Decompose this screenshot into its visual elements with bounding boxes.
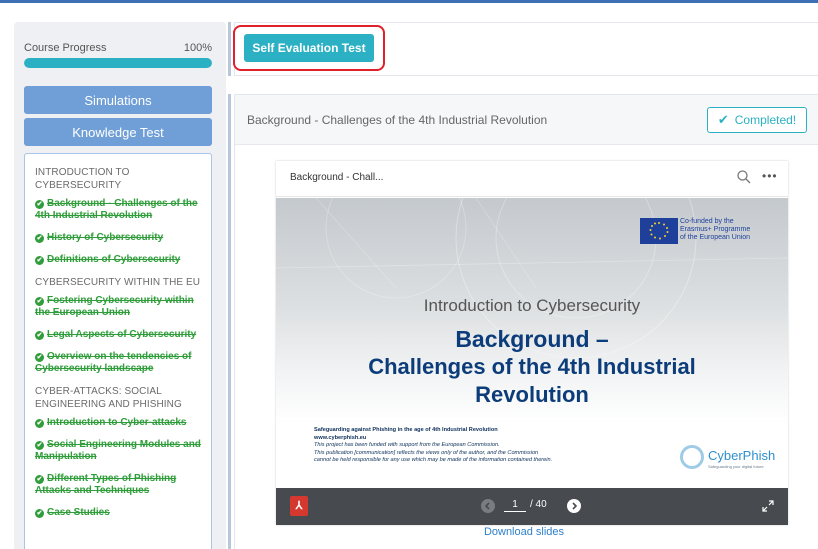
viewer-controls: ⅄ 1 / 40 [276, 488, 788, 525]
lesson-link[interactable]: ✔ Case Studies [35, 507, 201, 519]
cyberphish-logo-icon [680, 445, 704, 469]
cyberphish-tagline: Safeguarding your digital future [708, 464, 764, 469]
download-slides-link[interactable]: Download slides [0, 526, 818, 538]
lesson-link[interactable]: ✔ Overview on the tendencies of Cybersecu… [35, 351, 201, 375]
lesson-label: Overview on the tendencies of Cybersecur… [35, 351, 192, 374]
lesson-label: Introduction to Cyber-attacks [47, 417, 187, 428]
slide-footer-text: Safeguarding against Phishing in the age… [314, 427, 553, 464]
check-circle-icon: ✔ [35, 234, 44, 243]
lesson-label: Legal Aspects of Cybersecurity [47, 329, 197, 340]
previous-slide-icon[interactable] [481, 499, 495, 513]
lesson-label: Definitions of Cybersecurity [47, 254, 181, 265]
progress-bar [24, 58, 212, 68]
section-title: INTRODUCTION TO CYBERSECURITY [35, 167, 130, 191]
next-slide-icon[interactable] [567, 499, 581, 513]
check-circle-icon: ✔ [35, 509, 44, 518]
cyberphish-logo-name: CyberPhish [708, 448, 776, 463]
lesson-link[interactable]: ✔ History of Cybersecurity [35, 232, 201, 244]
lesson-link[interactable]: ✔ Definitions of Cybersecurity [35, 254, 201, 266]
lesson-link[interactable]: ✔ Introduction to Cyber-attacks [35, 417, 201, 429]
slide-image: Co-funded by the Erasmus+ Programme of t… [276, 198, 788, 488]
check-circle-icon: ✔ [35, 331, 44, 340]
course-sidebar: Course Progress 100% Simulations Knowled… [14, 22, 226, 549]
lesson-link[interactable]: ✔ Fostering Cybersecurity within the Euro… [35, 295, 201, 319]
check-circle-icon: ✔ [35, 475, 44, 484]
simulations-button[interactable]: Simulations [24, 86, 212, 114]
search-icon[interactable] [736, 169, 752, 185]
lesson-link[interactable]: ✔ Different Types of Phishing Attacks and… [35, 473, 201, 497]
lesson-label: History of Cybersecurity [47, 232, 164, 243]
check-circle-icon: ✔ [35, 353, 44, 362]
page-total: / 40 [530, 499, 547, 510]
lesson-label: Different Types of Phishing Attacks and … [35, 473, 177, 496]
slide-subtitle: Introduction to Cybersecurity [423, 296, 641, 315]
completed-button[interactable]: ✔ Completed! [707, 107, 807, 133]
check-circle-icon: ✔ [35, 297, 44, 306]
card-accent [228, 22, 231, 76]
lesson-link[interactable]: ✔ Legal Aspects of Cybersecurity [35, 329, 201, 341]
check-circle-icon: ✔ [35, 200, 44, 209]
self-evaluation-test-button[interactable]: Self Evaluation Test [244, 34, 374, 62]
completed-label: Completed! [734, 113, 797, 127]
content-header: Background - Challenges of the 4th Indus… [235, 95, 818, 145]
section-title: CYBERSECURITY WITHIN THE EU [35, 277, 201, 288]
lesson-label: Background - Challenges of the 4th Indus… [35, 198, 198, 221]
slide-title: Background – Challenges of the 4th Indus… [368, 326, 696, 407]
top-border [0, 0, 818, 3]
lesson-label: Fostering Cybersecurity within the Europ… [35, 295, 194, 318]
card-accent [228, 94, 231, 549]
page-number-input[interactable]: 1 [504, 499, 526, 512]
fullscreen-icon[interactable] [762, 500, 774, 512]
eu-flag-logo [640, 218, 678, 244]
lesson-list: INTRODUCTION TO CYBERSECURITY ✔ Backgroun… [24, 153, 212, 549]
viewer-header: Background - Chall... ••• [276, 161, 788, 197]
slide-viewer: Background - Chall... ••• Co-funded by t… [276, 161, 788, 525]
lesson-label: Social Engineering Modules and Manipulat… [35, 439, 201, 462]
lesson-link[interactable]: ✔ Background - Challenges of the 4th Indu… [35, 198, 201, 222]
lesson-label: Case Studies [47, 507, 110, 518]
progress-label: Course Progress [24, 42, 107, 54]
section-title: CYBER-ATTACKS: SOCIAL ENGINEERING AND PH… [35, 386, 182, 410]
check-circle-icon: ✔ [35, 256, 44, 265]
lesson-title: Background - Challenges of the 4th Indus… [247, 113, 548, 127]
knowledge-test-button[interactable]: Knowledge Test [24, 118, 212, 146]
check-circle-icon: ✔ [35, 441, 44, 450]
course-page: Course Progress 100% Simulations Knowled… [0, 0, 818, 549]
eu-funding-text: Co-funded by the Erasmus+ Programme of t… [680, 218, 751, 241]
progress-bar-fill [24, 58, 212, 68]
checkmark-icon: ✔ [717, 112, 729, 127]
lesson-link[interactable]: ✔ Social Engineering Modules and Manipula… [35, 439, 201, 463]
progress-percent: 100% [183, 42, 212, 54]
pdf-icon[interactable]: ⅄ [290, 496, 308, 516]
viewer-title: Background - Chall... [290, 172, 384, 183]
more-options-icon[interactable]: ••• [762, 169, 778, 183]
check-circle-icon: ✔ [35, 419, 44, 428]
